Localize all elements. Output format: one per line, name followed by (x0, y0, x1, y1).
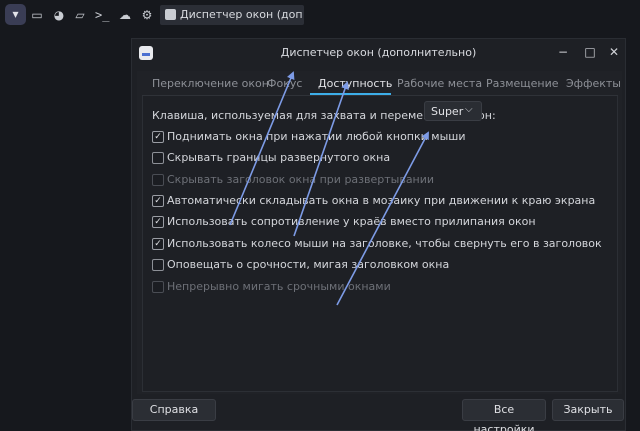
tab-effects[interactable]: Эффекты (566, 77, 621, 90)
checkbox-urgency-flash[interactable] (152, 259, 164, 271)
grab-key-value: Super (431, 105, 464, 118)
tab-bar: Переключение окон Фокус Доступность Рабо… (142, 72, 621, 96)
option-hide-maximized-borders[interactable]: Скрывать границы развернутого окна (152, 151, 612, 165)
option-scroll-shade[interactable]: ✓ Использовать колесо мыши на заголовке,… (152, 237, 612, 251)
display-icon[interactable]: ▭ (30, 8, 44, 22)
tab-window-switching[interactable]: Переключение окон (152, 77, 269, 90)
tab-focus[interactable]: Фокус (267, 77, 302, 90)
option-label: Непрерывно мигать срочными окнами (167, 280, 391, 293)
checkbox-edge-resistance[interactable]: ✓ (152, 216, 164, 228)
all-settings-button[interactable]: Все настройки (462, 399, 546, 431)
option-hide-title-maximized: Скрывать заголовок окна при развертывани… (152, 173, 612, 187)
option-tile-at-edge[interactable]: ✓ Автоматически складывать окна в мозаик… (152, 194, 612, 208)
checkbox-hide-maximized-borders[interactable] (152, 152, 164, 164)
option-edge-resistance[interactable]: ✓ Использовать сопротивление у краёв вме… (152, 215, 612, 229)
option-label: Автоматически складывать окна в мозаику … (167, 194, 596, 207)
checkbox-continuous-flash (152, 281, 164, 293)
active-tab-indicator (310, 93, 391, 95)
start-menu-icon[interactable]: ▾ (5, 4, 26, 25)
checkbox-scroll-shade[interactable]: ✓ (152, 238, 164, 250)
app-icon (165, 9, 176, 20)
close-button[interactable]: Закрыть (552, 399, 624, 421)
option-label: Оповещать о срочности, мигая заголовком … (167, 258, 450, 271)
cloud-download-icon[interactable]: ☁ (118, 8, 132, 22)
terminal-icon[interactable]: >_ (95, 8, 109, 22)
maximize-button[interactable]: □ (582, 44, 598, 60)
taskbar-window-label: Диспетчер окон (дополнительно) (180, 8, 302, 21)
option-raise-on-click[interactable]: ✓ Поднимать окна при нажатии любой кнопк… (152, 130, 612, 144)
taskbar-window-button[interactable]: Диспетчер окон (дополнительно) (160, 5, 304, 25)
tab-workspaces[interactable]: Рабочие места (397, 77, 482, 90)
folder-icon[interactable]: ▱ (73, 8, 87, 22)
option-label: Использовать колесо мыши на заголовке, ч… (167, 237, 602, 250)
option-continuous-flash: Непрерывно мигать срочными окнами (152, 280, 612, 294)
checkbox-raise-on-click[interactable]: ✓ (152, 131, 164, 143)
checkbox-hide-title-maximized (152, 174, 164, 186)
close-window-button[interactable]: ✕ (606, 44, 622, 60)
window-title: Диспетчер окон (дополнительно) (280, 46, 477, 59)
window-manager-dialog: Диспетчер окон (дополнительно) − □ ✕ Пер… (131, 38, 626, 431)
checkbox-tile-at-edge[interactable]: ✓ (152, 195, 164, 207)
top-panel: ▾ ▭ ◕ ▱ >_ ☁ ⚙ Диспетчер окон (дополните… (0, 0, 640, 31)
option-label: Скрывать заголовок окна при развертывани… (167, 173, 435, 186)
chevron-down-icon: ⌵ (465, 104, 473, 115)
button-bar: Справка Все настройки Закрыть (132, 399, 625, 431)
grab-key-combobox[interactable]: Super ⌵ (424, 101, 482, 121)
dialog-content: Переключение окон Фокус Доступность Рабо… (137, 71, 622, 394)
option-label: Использовать сопротивление у краёв вмест… (167, 215, 536, 228)
title-bar[interactable]: Диспетчер окон (дополнительно) − □ ✕ (132, 39, 625, 66)
tab-accessibility[interactable]: Доступность (318, 77, 392, 90)
help-button[interactable]: Справка (132, 399, 216, 421)
gear-icon[interactable]: ⚙ (140, 8, 154, 22)
minimize-button[interactable]: − (555, 44, 571, 60)
accessibility-pane: Клавиша, используемая для захвата и пере… (142, 96, 618, 392)
option-urgency-flash[interactable]: Оповещать о срочности, мигая заголовком … (152, 258, 612, 272)
tab-placement[interactable]: Размещение (486, 77, 559, 90)
pie-chart-icon[interactable]: ◕ (52, 8, 66, 22)
option-label: Поднимать окна при нажатии любой кнопки … (167, 130, 466, 143)
option-label: Скрывать границы развернутого окна (167, 151, 391, 164)
